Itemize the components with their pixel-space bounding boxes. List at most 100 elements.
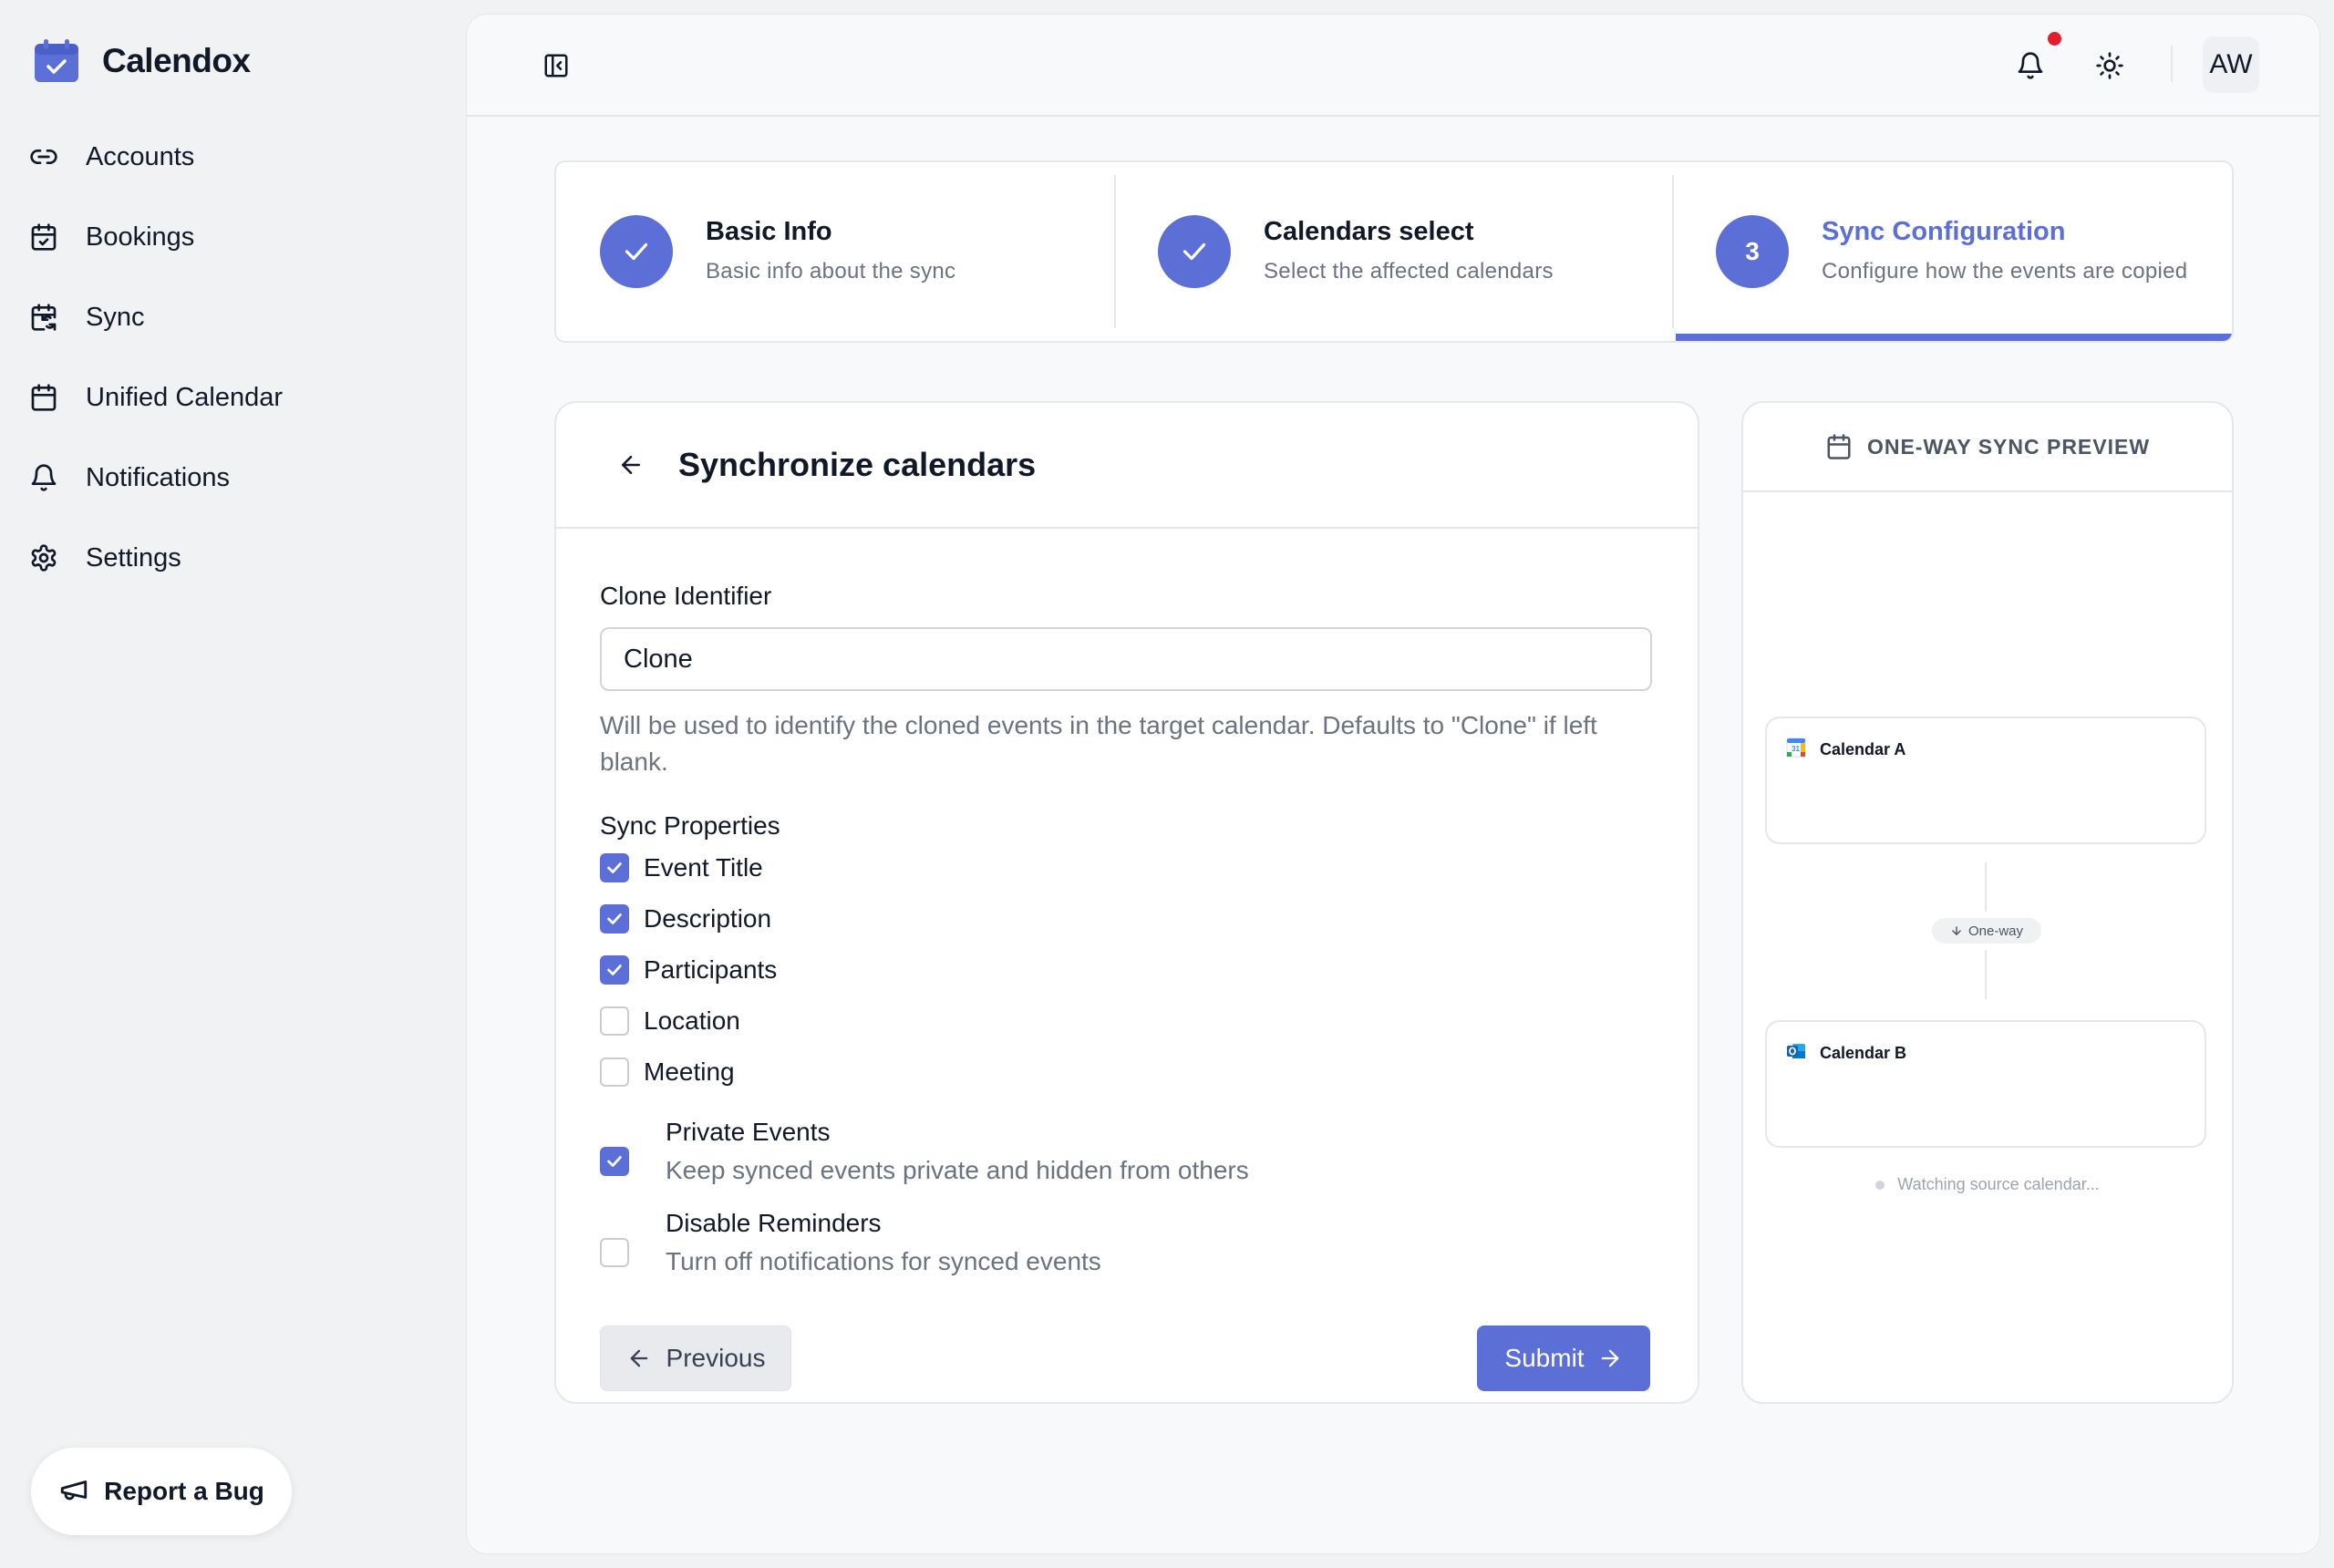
arrow-down-icon [1952, 926, 1961, 935]
step-complete-badge [1158, 215, 1231, 288]
check-icon [625, 242, 648, 261]
calendar-icon [27, 381, 60, 414]
theme-toggle-button[interactable] [2091, 47, 2128, 84]
option-title: Private Events [666, 1118, 831, 1146]
panel-left-close-icon [544, 54, 568, 77]
sidebar-nav: Accounts Bookings Sync Unified Calendar … [27, 117, 283, 598]
private-events-option[interactable]: Private Events Keep synced events privat… [600, 1118, 1658, 1200]
sync-properties-label: Sync Properties [600, 811, 780, 840]
sync-form-card: Synchronize calendars Clone Identifier W… [554, 401, 1699, 1404]
clone-identifier-input[interactable] [600, 627, 1652, 691]
flow-connector [1985, 950, 1987, 999]
target-calendar-name: Calendar B [1820, 1044, 1907, 1062]
megaphone-icon [58, 1474, 89, 1510]
step-subtitle: Configure how the events are copied [1822, 259, 2188, 284]
step-subtitle: Basic info about the sync [706, 259, 956, 284]
property-meeting[interactable]: Meeting [600, 1057, 735, 1087]
link-icon [27, 140, 60, 173]
option-description: Keep synced events private and hidden fr… [666, 1156, 1249, 1184]
avatar[interactable]: AW [2203, 36, 2259, 93]
property-location[interactable]: Location [600, 1006, 740, 1036]
bell-icon [27, 461, 60, 494]
checkbox-label: Event Title [644, 853, 763, 882]
flow-connector [1985, 862, 1987, 912]
topbar-divider [2171, 46, 2173, 82]
calendar-sync-icon [27, 301, 60, 334]
submit-label: Submit [1504, 1344, 1585, 1372]
back-button[interactable] [614, 449, 647, 481]
sidebar-item-accounts[interactable]: Accounts [27, 117, 283, 197]
bell-icon [2018, 52, 2043, 79]
notification-dot [2048, 32, 2061, 46]
checkbox-label: Meeting [644, 1057, 735, 1086]
arrow-left-icon [630, 1349, 647, 1367]
check-icon [607, 913, 622, 924]
gear-icon [27, 542, 60, 574]
topbar: AW [467, 15, 2319, 117]
source-calendar-name: Calendar A [1820, 740, 1906, 758]
brand[interactable]: Calendox [33, 38, 251, 84]
checkbox[interactable] [600, 1057, 629, 1087]
step-calendars-select[interactable]: Calendars select Select the affected cal… [1158, 162, 1554, 341]
previous-button[interactable]: Previous [600, 1326, 791, 1391]
check-icon [607, 862, 622, 873]
google-calendar-icon: 31 [1785, 737, 1807, 763]
sun-icon [2096, 52, 2123, 79]
target-calendar-card: Calendar B [1765, 1020, 2206, 1148]
sidebar-item-label: Notifications [86, 462, 230, 492]
step-divider [1114, 175, 1116, 328]
sidebar-item-label: Bookings [86, 222, 195, 252]
source-calendar-card: 31 Calendar A [1765, 717, 2206, 844]
property-event-title[interactable]: Event Title [600, 853, 763, 882]
property-participants[interactable]: Participants [600, 955, 777, 985]
notifications-button[interactable] [2012, 47, 2049, 84]
option-title: Disable Reminders [666, 1209, 882, 1237]
report-bug-label: Report a Bug [104, 1477, 264, 1505]
step-title: Sync Configuration [1822, 217, 2066, 246]
property-description[interactable]: Description [600, 904, 771, 934]
check-icon [607, 965, 622, 975]
status-dot [1875, 1180, 1885, 1190]
svg-text:31: 31 [1792, 745, 1800, 753]
check-icon [607, 1156, 622, 1167]
step-basic-info[interactable]: Basic Info Basic info about the sync [600, 162, 955, 341]
calendar-check-icon [27, 221, 60, 253]
disable-reminders-option[interactable]: Disable Reminders Turn off notifications… [600, 1209, 1658, 1291]
submit-button[interactable]: Submit [1477, 1326, 1650, 1391]
active-step-indicator [1676, 334, 2232, 341]
sync-status: Watching source calendar... [1743, 1175, 2232, 1194]
direction-label: One-way [1967, 923, 2024, 939]
step-subtitle: Select the affected calendars [1264, 259, 1554, 284]
sidebar-item-settings[interactable]: Settings [27, 518, 283, 598]
clone-identifier-label: Clone Identifier [600, 582, 772, 610]
checkbox[interactable] [600, 1147, 629, 1176]
form-header: Synchronize calendars [556, 403, 1698, 529]
checkbox[interactable] [600, 955, 629, 985]
step-sync-configuration[interactable]: 3 Sync Configuration Configure how the e… [1716, 162, 2195, 341]
step-title: Calendars select [1264, 217, 1474, 246]
sidebar-item-sync[interactable]: Sync [27, 277, 283, 357]
report-bug-button[interactable]: Report a Bug [31, 1448, 292, 1535]
checkbox[interactable] [600, 904, 629, 934]
sidebar-item-bookings[interactable]: Bookings [27, 197, 283, 277]
sidebar-item-label: Unified Calendar [86, 382, 284, 412]
checkbox[interactable] [600, 853, 629, 882]
sidebar: Calendox Accounts Bookings Sync Unified … [0, 0, 465, 1568]
calendar-logo-icon [33, 38, 80, 84]
option-description: Turn off notifications for synced events [666, 1247, 1101, 1275]
brand-name: Calendox [102, 42, 251, 79]
checkbox-label: Location [644, 1006, 740, 1035]
preview-title: ONE-WAY SYNC PREVIEW [1866, 434, 2151, 459]
checkbox[interactable] [600, 1238, 629, 1267]
step-complete-badge [600, 215, 673, 288]
stepper: Basic Info Basic info about the sync Cal… [554, 160, 2234, 343]
check-icon [1182, 242, 1206, 261]
sidebar-item-notifications[interactable]: Notifications [27, 438, 283, 518]
outlook-icon [1785, 1040, 1807, 1067]
calendar-icon [1827, 434, 1851, 459]
arrow-right-icon [1601, 1349, 1618, 1367]
sidebar-collapse-button[interactable] [540, 49, 573, 82]
sidebar-item-unified-calendar[interactable]: Unified Calendar [27, 357, 283, 438]
checkbox[interactable] [600, 1006, 629, 1036]
step-divider [1672, 175, 1674, 328]
